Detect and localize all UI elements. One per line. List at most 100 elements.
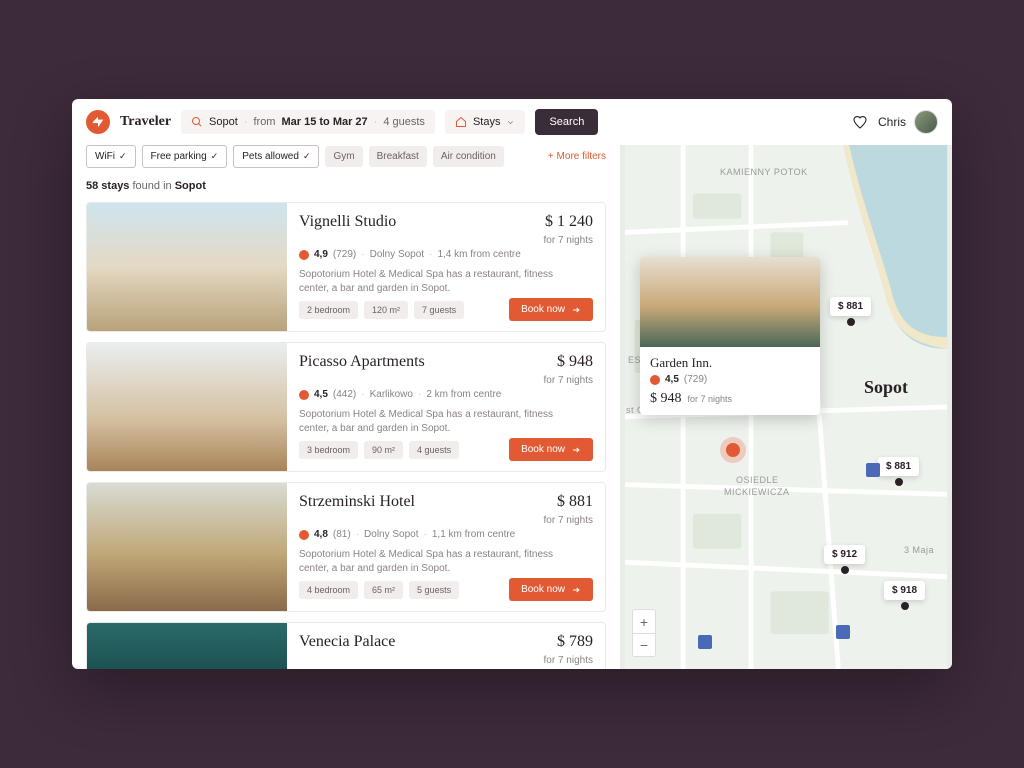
listing-image (87, 343, 287, 471)
map-price-pin[interactable]: $ 918 (884, 581, 925, 600)
map-label: OSIEDLE (736, 475, 779, 485)
listing-rating: 4,9 (314, 249, 328, 260)
listing-rating: 4,8 (314, 529, 328, 540)
listing-area: Karlikowo (370, 389, 413, 400)
more-filters-link[interactable]: + More filters (548, 151, 606, 162)
search-pill[interactable]: Sopot · from Mar 15 to Mar 27 · 4 guests (181, 110, 435, 134)
map-price-pin[interactable]: $ 881 (878, 457, 919, 476)
zoom-controls: + − (632, 609, 656, 657)
listing-card[interactable]: Strzeminski Hotel $ 881 for 7 nights 4,8… (86, 482, 606, 612)
avatar (914, 110, 938, 134)
arrow-right-icon (571, 446, 581, 454)
listing-distance: 1,1 km from centre (432, 529, 515, 540)
transit-icon (836, 625, 850, 639)
listing-price: $ 789 (544, 633, 593, 651)
transit-icon (698, 635, 712, 649)
zoom-out-button[interactable]: − (632, 633, 656, 657)
listing-title: Venecia Palace (299, 633, 395, 651)
map-panel[interactable]: KAMIENNY POTOKESIEst OperaOSIEDLEMICKIEW… (620, 145, 952, 669)
check-icon: ✓ (211, 151, 219, 162)
listing-distance: 2 km from centre (426, 389, 501, 400)
arrow-right-icon (571, 306, 581, 314)
search-location: Sopot (209, 116, 238, 128)
listing-card[interactable]: Venecia Palace $ 789 for 7 nights 4,2 (5… (86, 622, 606, 669)
book-now-button[interactable]: Book now (509, 578, 593, 601)
listing-desc: Sopotorium Hotel & Medical Spa has a res… (299, 268, 559, 296)
listing-feature: 2 bedroom (299, 301, 358, 319)
map-popup-title: Garden Inn. (650, 355, 810, 371)
listing-reviews: (442) (333, 389, 356, 400)
map-popup-image (640, 257, 820, 347)
map-price-pin[interactable]: $ 881 (830, 297, 871, 316)
map-city-name: Sopot (864, 377, 908, 398)
filter-air-condition[interactable]: Air condition (433, 146, 504, 167)
logo-icon (86, 110, 110, 134)
filter-gym[interactable]: Gym (325, 146, 362, 167)
listing-area: Dolny Sopot (370, 249, 424, 260)
listing-title: Picasso Apartments (299, 353, 425, 371)
user-name: Chris (878, 115, 906, 129)
header: Traveler Sopot · from Mar 15 to Mar 27 ·… (72, 99, 952, 145)
listing-feature: 120 m² (364, 301, 408, 319)
check-icon: ✓ (119, 151, 127, 162)
listing-image (87, 623, 287, 669)
map-popup-price: $ 948 (650, 391, 682, 407)
listing-feature: 4 bedroom (299, 581, 358, 599)
home-icon (455, 116, 467, 128)
listing-card[interactable]: Vignelli Studio $ 1 240 for 7 nights 4,9… (86, 202, 606, 332)
map-popup[interactable]: Garden Inn. 4,5 (729) $ 948 for 7 nights (640, 257, 820, 415)
book-now-button[interactable]: Book now (509, 438, 593, 461)
date-range: Mar 15 to Mar 27 (281, 116, 367, 128)
zoom-in-button[interactable]: + (632, 609, 656, 633)
chevron-down-icon (506, 118, 515, 127)
map-price-pin[interactable]: $ 912 (824, 545, 865, 564)
rating-icon (299, 250, 309, 260)
listing-price: $ 1 240 (544, 213, 593, 231)
user-menu[interactable]: Chris (878, 110, 938, 134)
listing-image (87, 203, 287, 331)
app-window: Traveler Sopot · from Mar 15 to Mar 27 ·… (72, 99, 952, 669)
listing-price: $ 948 (544, 353, 593, 371)
stays-label: Stays (473, 116, 501, 128)
listing-distance: 1,4 km from centre (437, 249, 520, 260)
filter-wifi[interactable]: WiFi✓ (86, 145, 136, 168)
map-popup-reviews: (729) (684, 374, 707, 385)
transit-icon (866, 463, 880, 477)
filter-pets-allowed[interactable]: Pets allowed✓ (233, 145, 319, 168)
results-count: 58 stays found in Sopot (72, 176, 620, 202)
listing-nights: for 7 nights (544, 655, 593, 666)
search-icon (191, 116, 203, 128)
listing-reviews: (729) (333, 249, 356, 260)
listing-card[interactable]: Picasso Apartments $ 948 for 7 nights 4,… (86, 342, 606, 472)
listing-nights: for 7 nights (544, 235, 593, 246)
rating-icon (299, 390, 309, 400)
listing-feature: 3 bedroom (299, 441, 358, 459)
map-popup-nights: for 7 nights (688, 394, 733, 404)
map-label: 3 Maja (904, 545, 934, 555)
listing-reviews: (81) (333, 529, 351, 540)
filter-breakfast[interactable]: Breakfast (369, 146, 427, 167)
map-label: KAMIENNY POTOK (720, 167, 808, 177)
search-button[interactable]: Search (535, 109, 598, 135)
listing-desc: Sopotorium Hotel & Medical Spa has a res… (299, 408, 559, 436)
selected-pin-icon (726, 443, 740, 457)
listings: Vignelli Studio $ 1 240 for 7 nights 4,9… (72, 202, 620, 669)
listing-title: Strzeminski Hotel (299, 493, 415, 511)
listing-nights: for 7 nights (544, 515, 593, 526)
filter-free-parking[interactable]: Free parking✓ (142, 145, 228, 168)
map-label: MICKIEWICZA (724, 487, 790, 497)
listing-price: $ 881 (544, 493, 593, 511)
book-now-button[interactable]: Book now (509, 298, 593, 321)
listing-image (87, 483, 287, 611)
favorites-icon[interactable] (852, 114, 868, 130)
listing-rating: 4,5 (314, 389, 328, 400)
arrow-right-icon (571, 586, 581, 594)
listing-area: Dolny Sopot (364, 529, 418, 540)
map-popup-rating: 4,5 (665, 374, 679, 385)
listing-feature: 7 guests (414, 301, 464, 319)
left-panel: WiFi✓ Free parking✓ Pets allowed✓ Gym Br… (72, 145, 620, 669)
filters-row: WiFi✓ Free parking✓ Pets allowed✓ Gym Br… (72, 145, 620, 176)
plus-icon: + (548, 151, 554, 162)
listing-feature: 4 guests (409, 441, 459, 459)
stays-selector[interactable]: Stays (445, 110, 526, 134)
